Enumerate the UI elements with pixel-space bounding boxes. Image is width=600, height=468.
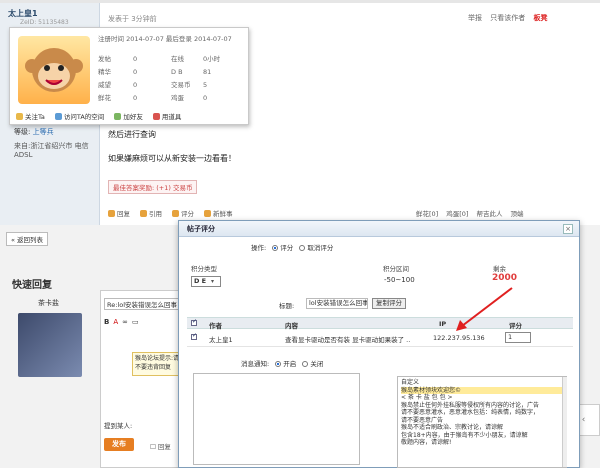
post-username[interactable]: 太上皇1: [8, 8, 38, 19]
floor-label: 板凳: [533, 14, 548, 22]
reason-item[interactable]: < 茶 卡 盐 包 包 >: [401, 394, 563, 402]
reason-item[interactable]: 请不要恶意广告: [401, 417, 563, 425]
submit-reply-button[interactable]: 发布: [104, 438, 134, 451]
font-color-icon[interactable]: A: [113, 318, 118, 326]
stat-row: 精华 0 D B 81: [98, 68, 212, 76]
dialog-title: 帖子评分: [179, 221, 579, 237]
user-level: 等级: 上等兵: [14, 128, 54, 136]
notify-on-radio[interactable]: 开启: [271, 360, 296, 368]
reason-item[interactable]: 请不要恶意灌水，恶意灌水包括：纯表情，纯数字，: [401, 409, 563, 417]
reason-item[interactable]: 敬题内容，请谅解!: [401, 439, 563, 447]
quick-reply-title: 快速回复: [12, 280, 52, 291]
operation-row: 操作: 评分 取消评分: [251, 244, 334, 252]
user-avatar[interactable]: [18, 36, 90, 104]
row-checkbox[interactable]: [191, 332, 197, 342]
op-cancel-radio[interactable]: 取消评分: [295, 244, 333, 252]
share-button[interactable]: 新鲜事: [204, 208, 233, 218]
score-type-select[interactable]: D E: [191, 276, 221, 287]
reason-textarea[interactable]: [193, 373, 360, 465]
stat-row: 发帖 0 在线 0小时: [98, 55, 221, 63]
card-footer: 关注Ta 访问TA的空间 加好友 用道具: [10, 108, 248, 124]
op-rate-radio[interactable]: 评分: [268, 244, 293, 252]
home-icon: [54, 113, 62, 120]
reply-subject-input[interactable]: Re:lol安装错误怎么回事: [104, 298, 180, 310]
rate-button[interactable]: 评分: [172, 208, 194, 218]
reply-button[interactable]: 回复: [108, 208, 130, 218]
user-location: 来自:浙江省绍兴市 电信ADSL: [14, 142, 89, 159]
gift-icon: [152, 113, 160, 120]
quote-button[interactable]: 引用: [140, 208, 162, 218]
rate-dialog: 帖子评分 × 操作: 评分 取消评分 积分类型 积分区间 剩余 D E ▾ -5…: [178, 220, 580, 468]
range-header: 积分区间: [383, 265, 409, 273]
plus-icon: [172, 210, 179, 217]
share-icon: [204, 210, 211, 217]
post-actions: 回复 引用 评分 新鲜事: [108, 208, 233, 218]
help-user-link[interactable]: 帮吉此人: [476, 208, 502, 218]
post-top-links: 举报 只看该作者 板凳: [468, 13, 553, 23]
reply-tip: 猴岛论坛提示:请不要违背回复: [132, 352, 184, 376]
use-item-link[interactable]: 用道具: [152, 111, 181, 121]
reply-checkbox-label[interactable]: ☐ 回复: [150, 441, 171, 451]
remain-header: 剩余: [493, 265, 506, 273]
stat-row: 鲜花 0 鸡蛋 0: [98, 94, 208, 102]
table-row: 太上皇1 查看显卡驱动是否有装 显卡驱动如果装了 .. 122.237.95.1…: [187, 329, 573, 347]
image-icon[interactable]: ▭: [132, 318, 139, 326]
reason-list[interactable]: 自定义 猴岛素材领块欢迎您© < 茶 卡 盐 包 包 > 猴岛禁止任何外挂私服等…: [397, 376, 567, 468]
quick-reply-username[interactable]: 茶卡盐: [38, 298, 59, 308]
title-input[interactable]: lol安装错误怎么回事: [306, 298, 368, 309]
notify-row: 消息通知: 开启 关闭: [241, 360, 324, 368]
reply-icon: [108, 210, 115, 217]
follow-button[interactable]: 关注Ta: [16, 111, 45, 121]
top-link[interactable]: 顶端: [510, 208, 523, 218]
score-range: -50~100: [384, 276, 415, 284]
post-text-line: 如果嫌麻烦可以从新安装一边看看！: [108, 154, 236, 163]
add-friend-icon: [114, 113, 122, 120]
reason-scrollbar[interactable]: [562, 377, 567, 467]
egg-button[interactable]: 鸡蛋[0]: [446, 208, 468, 218]
rating-badge: 最佳答案奖励: (+1) 交易币: [108, 180, 198, 194]
level-link[interactable]: 上等兵: [33, 128, 54, 136]
card-dates: 注册时间 2014-07-07 最后登录 2014-07-07: [98, 35, 232, 43]
link-icon[interactable]: ∞: [122, 318, 128, 326]
reason-item[interactable]: 包含18+内容，由于猴岛有不少小朋友，请谅解: [401, 432, 563, 440]
user-profile-card: 注册时间 2014-07-07 最后登录 2014-07-07 发帖 0 在线 0小时…: [9, 27, 249, 125]
row-author: 太上皇1: [209, 336, 233, 344]
add-friend-link[interactable]: 加好友: [114, 111, 143, 121]
bold-icon[interactable]: B: [104, 318, 109, 326]
reason-item[interactable]: 猴岛不适合刷政治、宗教讨论，请谅解: [401, 424, 563, 432]
flower-button[interactable]: 鲜花[0]: [416, 208, 438, 218]
score-input[interactable]: 1: [505, 332, 531, 343]
reason-header[interactable]: 自定义: [401, 379, 563, 387]
reason-item[interactable]: 猴岛素材领块欢迎您©: [401, 386, 563, 394]
post-uid: ZeID: 51135483: [20, 19, 69, 26]
close-icon[interactable]: ×: [563, 224, 573, 234]
type-header: 积分类型: [191, 265, 217, 273]
row-ip: 122.237.95.136: [433, 334, 485, 342]
row-content: 查看显卡驱动是否有装 显卡驱动如果装了 ..: [285, 336, 411, 344]
card-stats: 发帖 0 在线 0小时 精华 0 D B 81 威望 0 交易币 5 鲜花 0 鸡蛋 0: [98, 53, 248, 105]
bulb-icon: [16, 113, 23, 120]
title-label: 标题:: [279, 302, 295, 310]
report-link[interactable]: 举报: [468, 14, 482, 22]
chevron-down-icon[interactable]: ▾: [211, 278, 214, 285]
author-only-link[interactable]: 只看该作者: [490, 14, 525, 22]
notify-off-radio[interactable]: 关闭: [298, 360, 323, 368]
table-header: 作者 内容 IP 评分: [187, 317, 573, 330]
copy-rating-button[interactable]: 复制评分: [372, 298, 406, 309]
score-remaining: 2000: [492, 273, 518, 283]
post-time: 发表于 3分钟前: [108, 15, 157, 23]
back-to-list-button[interactable]: « 返回列表: [6, 232, 49, 246]
post-text-line: 然后进行查询: [108, 130, 156, 139]
post-actions-right: 鲜花[0] 鸡蛋[0] 帮吉此人 顶端: [416, 208, 523, 218]
editor-toolbar: B A ∞ ▭: [104, 318, 139, 326]
rating-table: 作者 内容 IP 评分 太上皇1 查看显卡驱动是否有装 显卡驱动如果装了 .. …: [187, 317, 573, 347]
select-all-checkbox[interactable]: [191, 318, 197, 328]
reason-item[interactable]: 猴岛禁止任何外挂私服等侵权所有内容的讨论，广告: [401, 402, 563, 410]
quick-reply-avatar[interactable]: [18, 313, 82, 377]
mention-link[interactable]: 提到某人:: [104, 420, 132, 430]
stat-row: 威望 0 交易币 5: [98, 81, 208, 89]
visit-space-link[interactable]: 访问TA的空间: [54, 111, 104, 121]
quote-icon: [140, 210, 147, 217]
